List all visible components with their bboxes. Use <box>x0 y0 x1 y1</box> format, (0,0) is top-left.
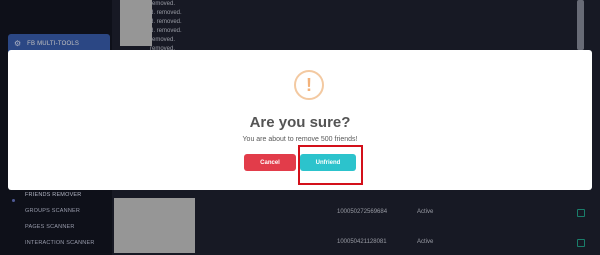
dialog-message: You are about to remove 500 friends! <box>242 136 358 143</box>
highlight-box <box>298 145 363 185</box>
warning-icon: ! <box>294 70 324 100</box>
dialog-title: Are you sure? <box>249 114 351 131</box>
cancel-button[interactable]: Cancel <box>244 154 296 171</box>
